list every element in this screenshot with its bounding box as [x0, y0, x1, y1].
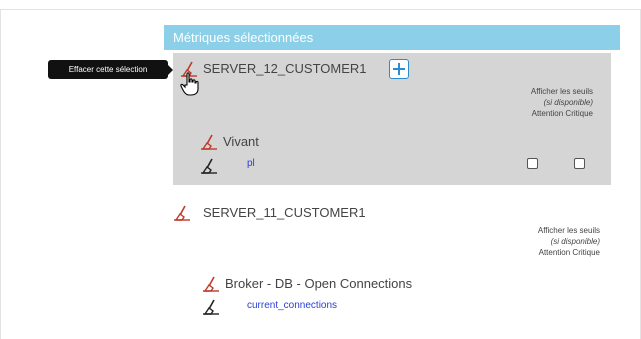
- broom-icon[interactable]: [203, 276, 221, 292]
- threshold-header: Afficher les seuils (si disponible) Atte…: [500, 87, 593, 118]
- threshold-line1: Afficher les seuils: [530, 87, 593, 96]
- panel-header: Métriques sélectionnées: [164, 25, 620, 50]
- threshold-critical-label: Critique: [572, 248, 600, 257]
- metric-name: Broker - DB - Open Connections: [225, 276, 413, 291]
- threshold-header: Afficher les seuils (si disponible) Atte…: [500, 226, 600, 257]
- hand-pointer-icon: [180, 72, 202, 96]
- tooltip-clear-selection: Effacer cette sélection: [48, 60, 173, 79]
- server-name: SERVER_11_CUSTOMER1: [203, 205, 366, 220]
- threshold-warning-label: Attention: [531, 109, 564, 118]
- add-metric-button[interactable]: [389, 59, 409, 79]
- threshold-line1: Afficher les seuils: [537, 226, 600, 235]
- threshold-warning-label: Attention: [538, 248, 571, 257]
- broom-icon[interactable]: [201, 134, 219, 150]
- broom-icon[interactable]: [203, 299, 221, 315]
- metric-name: Vivant: [223, 134, 259, 149]
- frame-top-border: [0, 9, 641, 10]
- threshold-line2: (si disponible): [550, 237, 600, 246]
- frame-left-border: [0, 9, 1, 339]
- warning-threshold-checkbox[interactable]: [527, 158, 538, 169]
- broom-icon[interactable]: [201, 158, 219, 174]
- server-name: SERVER_12_CUSTOMER1: [203, 61, 367, 76]
- broom-icon[interactable]: [174, 205, 192, 221]
- threshold-line2: (si disponible): [543, 98, 593, 107]
- metric-sub-link[interactable]: current_connections: [247, 300, 337, 311]
- threshold-critical-label: Critique: [565, 109, 593, 118]
- critical-threshold-checkbox[interactable]: [574, 158, 585, 169]
- metric-sub-link[interactable]: pl: [247, 158, 255, 169]
